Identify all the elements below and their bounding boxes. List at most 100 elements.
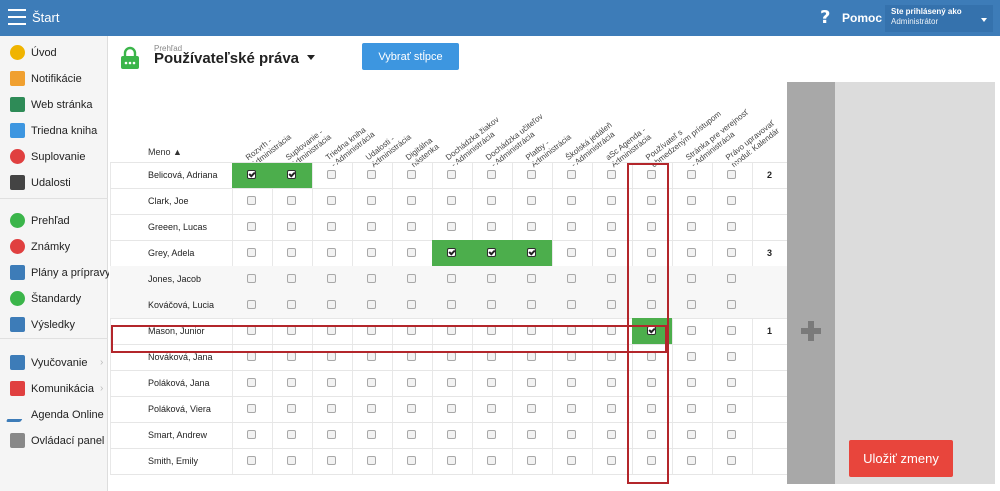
help-link[interactable]: Pomoc: [842, 11, 882, 25]
permission-checkbox[interactable]: [487, 404, 496, 413]
permission-checkbox[interactable]: [367, 170, 376, 179]
permission-checkbox[interactable]: [487, 170, 496, 179]
permission-checkbox[interactable]: [687, 378, 696, 387]
permission-checkbox[interactable]: [607, 274, 616, 283]
permission-checkbox[interactable]: [407, 300, 416, 309]
permission-checkbox[interactable]: [327, 274, 336, 283]
plus-icon[interactable]: [801, 321, 821, 341]
permission-checkbox[interactable]: [527, 222, 536, 231]
permission-checkbox[interactable]: [687, 456, 696, 465]
permission-checkbox[interactable]: [607, 170, 616, 179]
permission-checkbox[interactable]: [327, 404, 336, 413]
permission-checkbox[interactable]: [407, 456, 416, 465]
permission-checkbox[interactable]: [327, 196, 336, 205]
permission-checkbox[interactable]: [487, 456, 496, 465]
permission-checkbox[interactable]: [687, 430, 696, 439]
permission-checkbox[interactable]: [247, 248, 256, 257]
permission-checkbox[interactable]: [247, 170, 256, 179]
permission-checkbox[interactable]: [447, 170, 456, 179]
permission-checkbox[interactable]: [487, 352, 496, 361]
permission-checkbox[interactable]: [287, 196, 296, 205]
permission-checkbox[interactable]: [527, 378, 536, 387]
permission-checkbox[interactable]: [727, 170, 736, 179]
permission-checkbox[interactable]: [487, 300, 496, 309]
sidebar-item-5[interactable]: Udalosti: [0, 170, 108, 196]
sidebar-item-1[interactable]: Notifikácie: [0, 66, 108, 92]
permission-checkbox[interactable]: [607, 378, 616, 387]
permission-checkbox[interactable]: [407, 248, 416, 257]
permission-checkbox[interactable]: [447, 352, 456, 361]
permission-checkbox[interactable]: [567, 352, 576, 361]
permission-checkbox[interactable]: [487, 430, 496, 439]
permission-checkbox[interactable]: [247, 404, 256, 413]
permission-checkbox[interactable]: [287, 170, 296, 179]
sidebar-item-12[interactable]: Komunikácia ›: [0, 376, 108, 402]
permission-checkbox[interactable]: [727, 196, 736, 205]
sidebar-item-7[interactable]: Známky: [0, 234, 108, 260]
permission-checkbox[interactable]: [727, 274, 736, 283]
permission-checkbox[interactable]: [327, 352, 336, 361]
permission-checkbox[interactable]: [687, 352, 696, 361]
permission-checkbox[interactable]: [327, 378, 336, 387]
permission-checkbox[interactable]: [247, 430, 256, 439]
permission-checkbox[interactable]: [407, 170, 416, 179]
sidebar-item-11[interactable]: Vyučovanie ›: [0, 350, 108, 376]
permission-checkbox[interactable]: [367, 196, 376, 205]
permission-checkbox[interactable]: [447, 300, 456, 309]
permission-checkbox[interactable]: [407, 404, 416, 413]
sidebar-item-3[interactable]: Triedna kniha: [0, 118, 108, 144]
permission-checkbox[interactable]: [527, 456, 536, 465]
permission-checkbox[interactable]: [527, 274, 536, 283]
permission-checkbox[interactable]: [607, 300, 616, 309]
permission-checkbox[interactable]: [247, 274, 256, 283]
permission-checkbox[interactable]: [287, 456, 296, 465]
permission-checkbox[interactable]: [527, 430, 536, 439]
permission-checkbox[interactable]: [287, 248, 296, 257]
permission-checkbox[interactable]: [567, 300, 576, 309]
sidebar-item-13[interactable]: Agenda Online: [0, 402, 108, 428]
permission-checkbox[interactable]: [367, 404, 376, 413]
permission-checkbox[interactable]: [727, 222, 736, 231]
hamburger-menu-icon[interactable]: [8, 9, 26, 25]
permission-checkbox[interactable]: [407, 352, 416, 361]
permission-checkbox[interactable]: [567, 222, 576, 231]
permission-checkbox[interactable]: [567, 274, 576, 283]
permission-checkbox[interactable]: [327, 430, 336, 439]
permission-checkbox[interactable]: [327, 300, 336, 309]
permission-checkbox[interactable]: [287, 300, 296, 309]
permission-checkbox[interactable]: [487, 196, 496, 205]
permission-checkbox[interactable]: [687, 274, 696, 283]
permission-checkbox[interactable]: [327, 248, 336, 257]
permission-checkbox[interactable]: [247, 196, 256, 205]
permission-checkbox[interactable]: [607, 430, 616, 439]
permission-checkbox[interactable]: [567, 170, 576, 179]
title-dropdown-icon[interactable]: [307, 55, 315, 60]
permission-checkbox[interactable]: [447, 456, 456, 465]
permission-checkbox[interactable]: [687, 248, 696, 257]
permission-checkbox[interactable]: [607, 352, 616, 361]
permission-checkbox[interactable]: [367, 300, 376, 309]
permission-checkbox[interactable]: [287, 404, 296, 413]
permission-checkbox[interactable]: [567, 196, 576, 205]
permission-checkbox[interactable]: [247, 378, 256, 387]
permission-checkbox[interactable]: [607, 196, 616, 205]
permission-checkbox[interactable]: [567, 378, 576, 387]
name-column-header[interactable]: Meno ▲: [148, 147, 182, 157]
permission-checkbox[interactable]: [447, 274, 456, 283]
permission-checkbox[interactable]: [367, 222, 376, 231]
permission-checkbox[interactable]: [367, 352, 376, 361]
permission-checkbox[interactable]: [607, 222, 616, 231]
permission-checkbox[interactable]: [447, 430, 456, 439]
sidebar-item-4[interactable]: Suplovanie: [0, 144, 108, 170]
permission-checkbox[interactable]: [607, 456, 616, 465]
sidebar-item-2[interactable]: Web stránka: [0, 92, 108, 118]
save-changes-button[interactable]: Uložiť zmeny: [849, 440, 953, 477]
sidebar-item-9[interactable]: Štandardy: [0, 286, 108, 312]
permission-checkbox[interactable]: [447, 248, 456, 257]
permission-checkbox[interactable]: [527, 196, 536, 205]
permission-checkbox[interactable]: [567, 248, 576, 257]
permission-checkbox[interactable]: [447, 404, 456, 413]
permission-checkbox[interactable]: [727, 248, 736, 257]
permission-checkbox[interactable]: [687, 300, 696, 309]
permission-checkbox[interactable]: [567, 404, 576, 413]
